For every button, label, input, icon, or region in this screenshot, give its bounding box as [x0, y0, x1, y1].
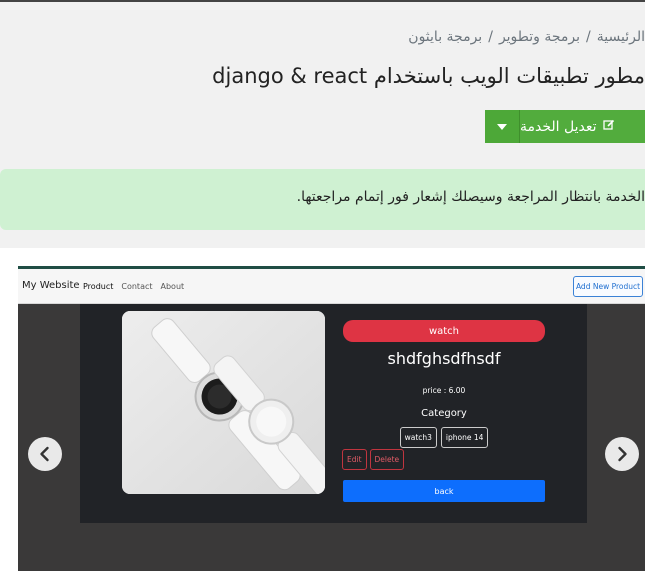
product-image — [122, 311, 325, 494]
back-button: back — [343, 480, 545, 502]
nav-link-product: Product — [83, 282, 114, 291]
add-new-product-button: Add New Product — [573, 276, 643, 297]
breadcrumb-separator: / — [586, 29, 591, 45]
chevron-right-icon — [618, 446, 627, 462]
page-title: مطور تطبيقات الويب باستخدام django & rea… — [212, 64, 645, 88]
product-name: shdfghsdfhsdf — [387, 349, 501, 368]
breadcrumb-home[interactable]: الرئيسية — [597, 29, 645, 45]
carousel-prev-button[interactable] — [28, 437, 62, 471]
edit-icon — [602, 119, 615, 135]
product-actions: Edit Delete — [342, 449, 405, 470]
top-border — [0, 0, 645, 2]
category-tags: watch3 iphone 14 — [343, 427, 545, 448]
breadcrumb-programming[interactable]: برمجة وتطوير — [499, 29, 580, 45]
delete-product-button: Delete — [369, 449, 405, 470]
nav-link-contact: Contact — [121, 282, 153, 291]
edit-service-dropdown-toggle[interactable] — [485, 110, 520, 143]
category-heading: Category — [421, 408, 467, 419]
service-screenshot: My Website Product Contact About Add New… — [18, 266, 645, 571]
navbar-links: Product Contact About — [83, 282, 184, 291]
carousel-next-button[interactable] — [605, 437, 639, 471]
category-badge: watch — [343, 320, 545, 342]
tag-item: watch3 — [399, 427, 437, 448]
breadcrumb-python[interactable]: برمجة بايثون — [408, 29, 482, 45]
screenshot-navbar: My Website Product Contact About Add New… — [18, 269, 645, 304]
nav-link-about: About — [160, 282, 185, 291]
chevron-left-icon — [40, 446, 49, 462]
pending-review-alert: الخدمة بانتظار المراجعة وسيصلك إشعار فور… — [0, 169, 645, 230]
edit-service-button[interactable]: تعديل الخدمة — [520, 110, 645, 143]
tag-item: iphone 14 — [440, 427, 489, 448]
breadcrumb: الرئيسية / برمجة وتطوير / برمجة بايثون — [408, 29, 645, 49]
caret-down-icon — [497, 123, 507, 130]
navbar-brand: My Website — [22, 280, 80, 291]
edit-service-label: تعديل الخدمة — [520, 118, 597, 135]
alert-text: الخدمة بانتظار المراجعة وسيصلك إشعار فور… — [296, 189, 645, 205]
product-price: price : 6.00 — [422, 386, 466, 395]
edit-product-button: Edit — [342, 449, 367, 470]
edit-service-button-group: تعديل الخدمة — [485, 110, 645, 143]
breadcrumb-separator: / — [488, 29, 493, 45]
product-card: watch shdfghsdfhsdf price : 6.00 Categor… — [80, 304, 587, 523]
